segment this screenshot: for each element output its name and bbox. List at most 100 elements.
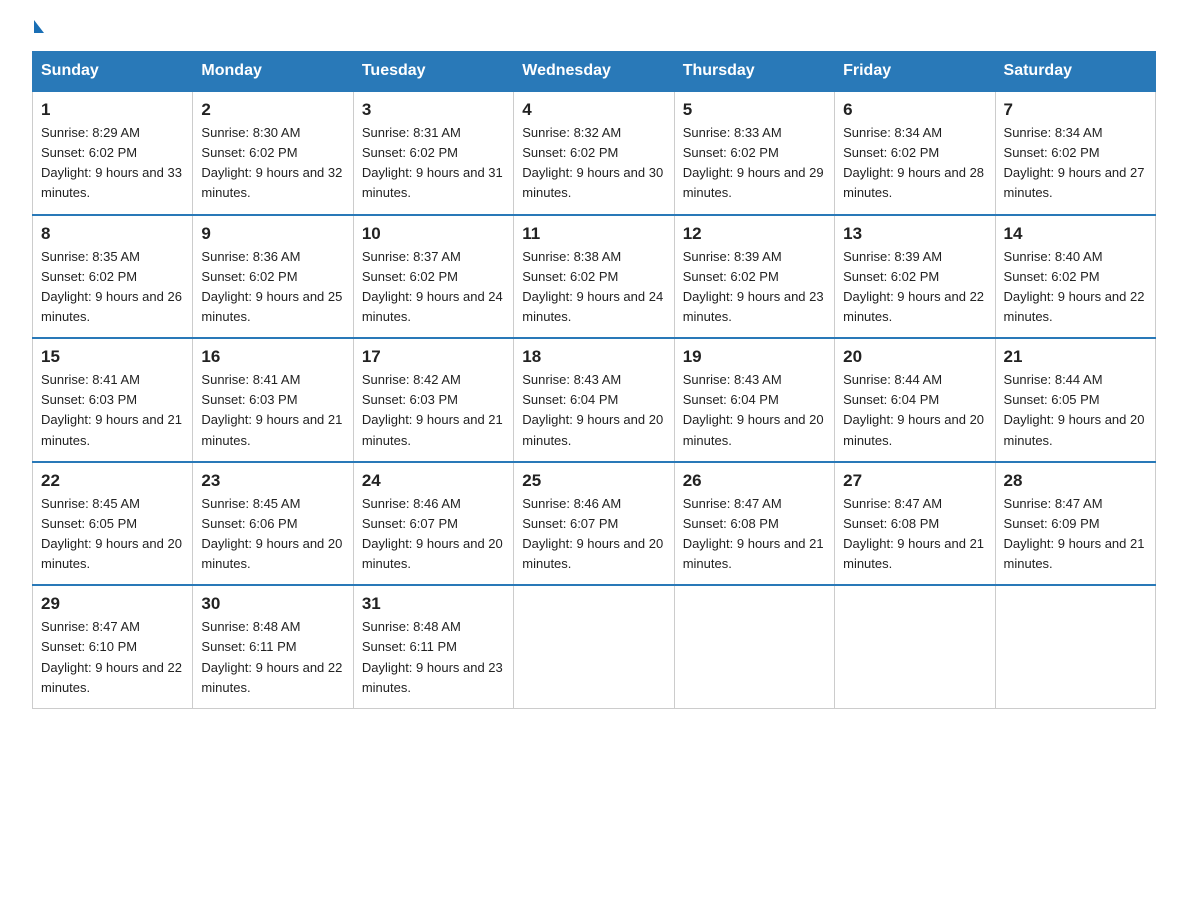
calendar-cell: 8 Sunrise: 8:35 AM Sunset: 6:02 PM Dayli… xyxy=(33,215,193,339)
day-info: Sunrise: 8:43 AM Sunset: 6:04 PM Dayligh… xyxy=(683,370,826,451)
day-number: 21 xyxy=(1004,347,1147,367)
day-info: Sunrise: 8:30 AM Sunset: 6:02 PM Dayligh… xyxy=(201,123,344,204)
day-info: Sunrise: 8:46 AM Sunset: 6:07 PM Dayligh… xyxy=(362,494,505,575)
calendar-cell: 30 Sunrise: 8:48 AM Sunset: 6:11 PM Dayl… xyxy=(193,585,353,708)
header-monday: Monday xyxy=(193,52,353,92)
logo-triangle-icon xyxy=(34,20,44,33)
calendar-cell: 1 Sunrise: 8:29 AM Sunset: 6:02 PM Dayli… xyxy=(33,91,193,215)
day-info: Sunrise: 8:31 AM Sunset: 6:02 PM Dayligh… xyxy=(362,123,505,204)
week-row-4: 22 Sunrise: 8:45 AM Sunset: 6:05 PM Dayl… xyxy=(33,462,1156,586)
header-row: Sunday Monday Tuesday Wednesday Thursday… xyxy=(33,52,1156,92)
calendar-cell: 19 Sunrise: 8:43 AM Sunset: 6:04 PM Dayl… xyxy=(674,338,834,462)
logo xyxy=(32,24,44,33)
day-info: Sunrise: 8:42 AM Sunset: 6:03 PM Dayligh… xyxy=(362,370,505,451)
day-number: 1 xyxy=(41,100,184,120)
day-info: Sunrise: 8:48 AM Sunset: 6:11 PM Dayligh… xyxy=(201,617,344,698)
week-row-1: 1 Sunrise: 8:29 AM Sunset: 6:02 PM Dayli… xyxy=(33,91,1156,215)
calendar-cell: 29 Sunrise: 8:47 AM Sunset: 6:10 PM Dayl… xyxy=(33,585,193,708)
calendar-cell: 9 Sunrise: 8:36 AM Sunset: 6:02 PM Dayli… xyxy=(193,215,353,339)
day-number: 6 xyxy=(843,100,986,120)
week-row-3: 15 Sunrise: 8:41 AM Sunset: 6:03 PM Dayl… xyxy=(33,338,1156,462)
header-friday: Friday xyxy=(835,52,995,92)
day-info: Sunrise: 8:34 AM Sunset: 6:02 PM Dayligh… xyxy=(843,123,986,204)
day-number: 25 xyxy=(522,471,665,491)
day-info: Sunrise: 8:32 AM Sunset: 6:02 PM Dayligh… xyxy=(522,123,665,204)
day-info: Sunrise: 8:33 AM Sunset: 6:02 PM Dayligh… xyxy=(683,123,826,204)
calendar-cell: 2 Sunrise: 8:30 AM Sunset: 6:02 PM Dayli… xyxy=(193,91,353,215)
header-wednesday: Wednesday xyxy=(514,52,674,92)
day-info: Sunrise: 8:41 AM Sunset: 6:03 PM Dayligh… xyxy=(201,370,344,451)
day-info: Sunrise: 8:34 AM Sunset: 6:02 PM Dayligh… xyxy=(1004,123,1147,204)
day-number: 8 xyxy=(41,224,184,244)
calendar-cell: 27 Sunrise: 8:47 AM Sunset: 6:08 PM Dayl… xyxy=(835,462,995,586)
day-info: Sunrise: 8:47 AM Sunset: 6:09 PM Dayligh… xyxy=(1004,494,1147,575)
day-info: Sunrise: 8:39 AM Sunset: 6:02 PM Dayligh… xyxy=(843,247,986,328)
calendar-table: Sunday Monday Tuesday Wednesday Thursday… xyxy=(32,51,1156,709)
day-number: 5 xyxy=(683,100,826,120)
calendar-cell: 21 Sunrise: 8:44 AM Sunset: 6:05 PM Dayl… xyxy=(995,338,1155,462)
week-row-5: 29 Sunrise: 8:47 AM Sunset: 6:10 PM Dayl… xyxy=(33,585,1156,708)
day-info: Sunrise: 8:44 AM Sunset: 6:05 PM Dayligh… xyxy=(1004,370,1147,451)
day-info: Sunrise: 8:45 AM Sunset: 6:06 PM Dayligh… xyxy=(201,494,344,575)
day-info: Sunrise: 8:46 AM Sunset: 6:07 PM Dayligh… xyxy=(522,494,665,575)
calendar-cell xyxy=(514,585,674,708)
day-number: 4 xyxy=(522,100,665,120)
header-thursday: Thursday xyxy=(674,52,834,92)
day-number: 20 xyxy=(843,347,986,367)
calendar-cell: 17 Sunrise: 8:42 AM Sunset: 6:03 PM Dayl… xyxy=(353,338,513,462)
day-number: 29 xyxy=(41,594,184,614)
calendar-cell: 28 Sunrise: 8:47 AM Sunset: 6:09 PM Dayl… xyxy=(995,462,1155,586)
day-info: Sunrise: 8:38 AM Sunset: 6:02 PM Dayligh… xyxy=(522,247,665,328)
day-number: 23 xyxy=(201,471,344,491)
calendar-cell xyxy=(835,585,995,708)
calendar-cell: 22 Sunrise: 8:45 AM Sunset: 6:05 PM Dayl… xyxy=(33,462,193,586)
day-info: Sunrise: 8:45 AM Sunset: 6:05 PM Dayligh… xyxy=(41,494,184,575)
calendar-cell: 23 Sunrise: 8:45 AM Sunset: 6:06 PM Dayl… xyxy=(193,462,353,586)
calendar-cell: 6 Sunrise: 8:34 AM Sunset: 6:02 PM Dayli… xyxy=(835,91,995,215)
day-number: 28 xyxy=(1004,471,1147,491)
day-number: 9 xyxy=(201,224,344,244)
calendar-cell xyxy=(995,585,1155,708)
day-info: Sunrise: 8:39 AM Sunset: 6:02 PM Dayligh… xyxy=(683,247,826,328)
day-number: 13 xyxy=(843,224,986,244)
calendar-cell: 20 Sunrise: 8:44 AM Sunset: 6:04 PM Dayl… xyxy=(835,338,995,462)
day-number: 27 xyxy=(843,471,986,491)
week-row-2: 8 Sunrise: 8:35 AM Sunset: 6:02 PM Dayli… xyxy=(33,215,1156,339)
day-info: Sunrise: 8:35 AM Sunset: 6:02 PM Dayligh… xyxy=(41,247,184,328)
calendar-cell xyxy=(674,585,834,708)
calendar-cell: 14 Sunrise: 8:40 AM Sunset: 6:02 PM Dayl… xyxy=(995,215,1155,339)
calendar-cell: 25 Sunrise: 8:46 AM Sunset: 6:07 PM Dayl… xyxy=(514,462,674,586)
calendar-cell: 12 Sunrise: 8:39 AM Sunset: 6:02 PM Dayl… xyxy=(674,215,834,339)
header-saturday: Saturday xyxy=(995,52,1155,92)
day-number: 15 xyxy=(41,347,184,367)
day-number: 16 xyxy=(201,347,344,367)
calendar-cell: 18 Sunrise: 8:43 AM Sunset: 6:04 PM Dayl… xyxy=(514,338,674,462)
day-info: Sunrise: 8:41 AM Sunset: 6:03 PM Dayligh… xyxy=(41,370,184,451)
day-info: Sunrise: 8:47 AM Sunset: 6:08 PM Dayligh… xyxy=(843,494,986,575)
calendar-cell: 11 Sunrise: 8:38 AM Sunset: 6:02 PM Dayl… xyxy=(514,215,674,339)
calendar-cell: 13 Sunrise: 8:39 AM Sunset: 6:02 PM Dayl… xyxy=(835,215,995,339)
calendar-cell: 7 Sunrise: 8:34 AM Sunset: 6:02 PM Dayli… xyxy=(995,91,1155,215)
calendar-cell: 31 Sunrise: 8:48 AM Sunset: 6:11 PM Dayl… xyxy=(353,585,513,708)
header-tuesday: Tuesday xyxy=(353,52,513,92)
day-info: Sunrise: 8:44 AM Sunset: 6:04 PM Dayligh… xyxy=(843,370,986,451)
day-number: 10 xyxy=(362,224,505,244)
day-info: Sunrise: 8:37 AM Sunset: 6:02 PM Dayligh… xyxy=(362,247,505,328)
logo-blue-part xyxy=(32,24,44,33)
day-info: Sunrise: 8:47 AM Sunset: 6:08 PM Dayligh… xyxy=(683,494,826,575)
day-number: 3 xyxy=(362,100,505,120)
day-info: Sunrise: 8:43 AM Sunset: 6:04 PM Dayligh… xyxy=(522,370,665,451)
day-info: Sunrise: 8:29 AM Sunset: 6:02 PM Dayligh… xyxy=(41,123,184,204)
day-number: 14 xyxy=(1004,224,1147,244)
calendar-cell: 26 Sunrise: 8:47 AM Sunset: 6:08 PM Dayl… xyxy=(674,462,834,586)
calendar-cell: 3 Sunrise: 8:31 AM Sunset: 6:02 PM Dayli… xyxy=(353,91,513,215)
day-number: 30 xyxy=(201,594,344,614)
day-number: 22 xyxy=(41,471,184,491)
calendar-cell: 5 Sunrise: 8:33 AM Sunset: 6:02 PM Dayli… xyxy=(674,91,834,215)
day-info: Sunrise: 8:36 AM Sunset: 6:02 PM Dayligh… xyxy=(201,247,344,328)
day-info: Sunrise: 8:40 AM Sunset: 6:02 PM Dayligh… xyxy=(1004,247,1147,328)
header xyxy=(32,24,1156,33)
calendar-cell: 15 Sunrise: 8:41 AM Sunset: 6:03 PM Dayl… xyxy=(33,338,193,462)
day-number: 19 xyxy=(683,347,826,367)
day-number: 18 xyxy=(522,347,665,367)
